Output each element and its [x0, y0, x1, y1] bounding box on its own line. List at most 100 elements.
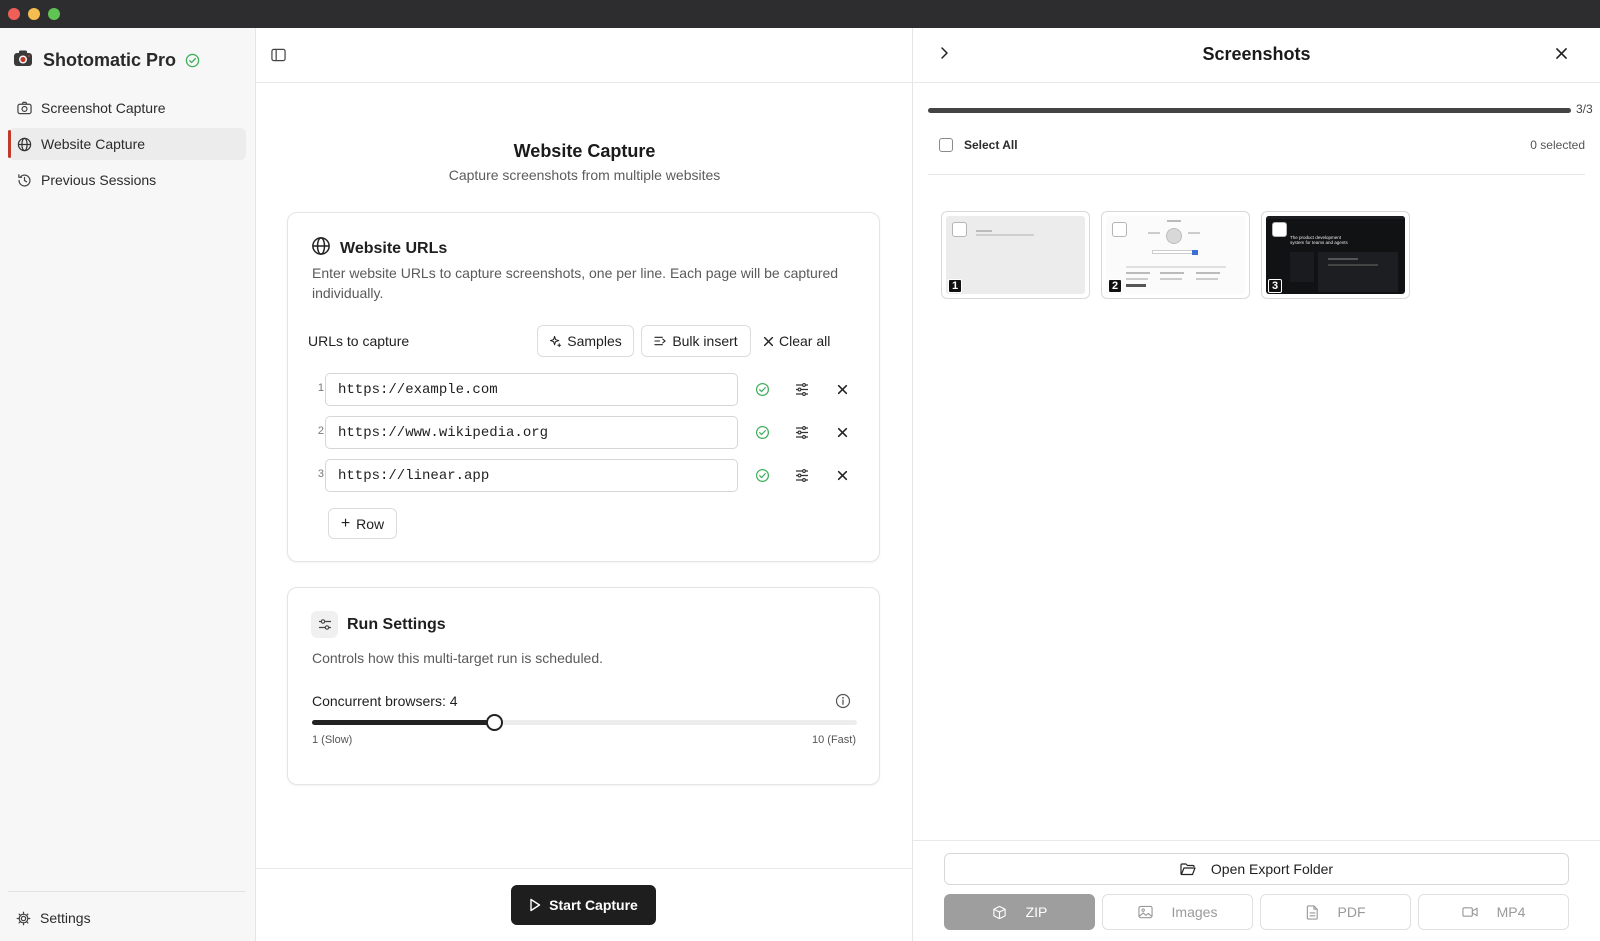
sidebar-item-website-capture[interactable]: Website Capture — [8, 128, 246, 160]
gear-icon — [16, 911, 31, 926]
urls-label: URLs to capture — [308, 333, 410, 349]
preview-line — [1196, 278, 1218, 280]
image-icon — [1137, 905, 1153, 919]
format-zip-button[interactable]: ZIP — [944, 894, 1095, 930]
verified-check-icon — [185, 53, 200, 68]
url-input[interactable]: https://www.wikipedia.org — [325, 416, 738, 449]
preview-line — [1160, 278, 1182, 280]
start-capture-button[interactable]: Start Capture — [511, 885, 656, 925]
samples-label: Samples — [567, 333, 622, 349]
check-circle-icon — [754, 424, 770, 440]
sidebar-toggle-icon[interactable] — [269, 46, 287, 64]
samples-button[interactable]: Samples — [537, 325, 634, 357]
clear-all-button[interactable]: Clear all — [763, 325, 830, 357]
sidebar-item-label: Screenshot Capture — [41, 100, 166, 116]
start-capture-label: Start Capture — [549, 897, 638, 913]
preview-line — [1167, 220, 1181, 222]
row-number: 1 — [317, 382, 324, 394]
open-export-folder-label: Open Export Folder — [1210, 861, 1334, 877]
app-window: Shotomatic Pro Screenshot Capture Websit… — [0, 0, 1600, 941]
list-insert-icon — [654, 335, 667, 347]
select-all-checkbox[interactable]: Select All — [939, 138, 1018, 152]
options-icon[interactable] — [794, 424, 810, 440]
info-icon[interactable] — [835, 693, 851, 709]
concurrency-slider[interactable] — [312, 714, 857, 731]
zoom-window-button[interactable] — [48, 8, 60, 20]
thumbnail-number: 3 — [1268, 279, 1283, 293]
card-heading: Website URLs — [340, 239, 448, 257]
close-window-button[interactable] — [8, 8, 20, 20]
row-number: 3 — [317, 468, 324, 480]
preview-block — [1126, 284, 1146, 287]
capture-progress-bar — [928, 108, 1571, 113]
sidebar-item-settings[interactable]: Settings — [16, 908, 91, 928]
sidebar-item-previous-sessions[interactable]: Previous Sessions — [8, 164, 246, 196]
thumbnail-checkbox[interactable] — [1272, 222, 1287, 237]
format-label: MP4 — [1496, 904, 1526, 920]
card-description: Controls how this multi-target run is sc… — [312, 650, 604, 666]
card-description: Enter website URLs to capture screenshot… — [312, 265, 839, 301]
format-label: PDF — [1337, 904, 1366, 920]
selected-count: 0 selected — [1530, 138, 1585, 152]
sidebar-item-label: Previous Sessions — [41, 172, 157, 188]
remove-row-icon[interactable] — [834, 424, 850, 440]
sidebar: Shotomatic Pro Screenshot Capture Websit… — [0, 28, 256, 941]
preview-line — [1328, 264, 1378, 266]
panel-title: Screenshots — [1202, 44, 1311, 64]
preview-line — [1188, 232, 1200, 234]
preview-headline: The product development system for teams… — [1290, 235, 1348, 245]
bulk-insert-button[interactable]: Bulk insert — [641, 325, 751, 357]
x-icon — [763, 336, 774, 347]
row-number: 2 — [317, 425, 324, 437]
play-icon — [529, 898, 541, 912]
remove-row-icon[interactable] — [834, 381, 850, 397]
add-row-label: Row — [356, 515, 385, 532]
page-subtitle: Capture screenshots from multiple websit… — [448, 167, 721, 183]
url-input[interactable]: https://example.com — [325, 373, 738, 406]
close-icon[interactable] — [1555, 47, 1568, 60]
open-export-folder-button[interactable]: Open Export Folder — [944, 853, 1569, 885]
format-mp4-button[interactable]: MP4 — [1418, 894, 1569, 930]
slider-thumb[interactable] — [485, 714, 503, 731]
preview-line — [1328, 258, 1358, 260]
checkbox[interactable] — [939, 138, 953, 152]
thumbnail-checkbox[interactable] — [952, 222, 967, 237]
format-label: Images — [1171, 904, 1218, 920]
card-header: Run Settings — [311, 611, 446, 638]
remove-row-icon[interactable] — [834, 467, 850, 483]
divider — [928, 174, 1585, 175]
screenshots-panel: Screenshots 3/3 Select All 0 selected 1 — [913, 28, 1600, 941]
preview-line — [1148, 232, 1160, 234]
sidebar-nav: Screenshot Capture Website Capture Previ… — [8, 92, 246, 200]
preview-line — [1126, 278, 1148, 280]
slider-min-label: 1 (Slow) — [312, 734, 353, 746]
panel-footer-divider — [913, 840, 1600, 841]
url-row: 1 https://example.com — [308, 373, 861, 406]
card-heading: Run Settings — [347, 615, 446, 633]
screenshot-thumbnail[interactable]: 1 — [941, 211, 1090, 299]
screenshot-thumbnail[interactable]: The product development system for teams… — [1261, 211, 1410, 299]
preview-line — [976, 234, 1034, 236]
main-toolbar — [256, 28, 913, 83]
preview-line — [976, 230, 992, 232]
camera-icon — [16, 100, 32, 116]
bulk-insert-label: Bulk insert — [672, 333, 738, 349]
folder-open-icon — [1180, 862, 1196, 876]
format-pdf-button[interactable]: PDF — [1260, 894, 1411, 930]
thumbnail-preview: 1 — [946, 216, 1085, 294]
format-images-button[interactable]: Images — [1102, 894, 1253, 930]
options-icon[interactable] — [794, 381, 810, 397]
run-settings-card: Run Settings Controls how this multi-tar… — [287, 587, 880, 785]
history-icon — [16, 172, 32, 188]
format-label: ZIP — [1025, 904, 1048, 920]
url-input[interactable]: https://linear.app — [325, 459, 738, 492]
preview-sidebar — [1290, 252, 1314, 282]
add-row-button[interactable]: + Row — [328, 508, 397, 539]
thumbnail-checkbox[interactable] — [1112, 222, 1127, 237]
options-icon[interactable] — [794, 467, 810, 483]
sliders-icon — [311, 611, 338, 638]
sidebar-item-screenshot-capture[interactable]: Screenshot Capture — [8, 92, 246, 124]
screenshot-thumbnail[interactable]: 2 — [1101, 211, 1250, 299]
minimize-window-button[interactable] — [28, 8, 40, 20]
preview-line — [1160, 272, 1184, 274]
